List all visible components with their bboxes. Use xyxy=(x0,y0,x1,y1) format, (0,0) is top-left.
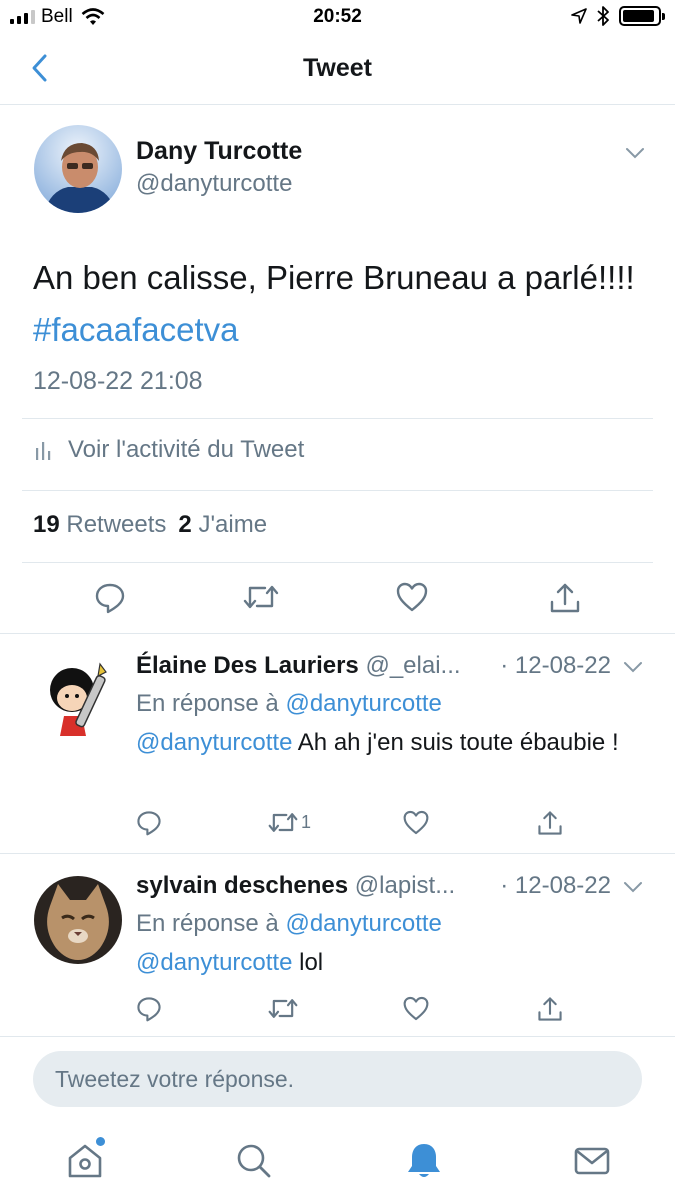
reply-icon xyxy=(137,811,161,836)
reply-text: @danyturcotte lol xyxy=(136,947,636,979)
retweet-icon xyxy=(243,585,279,609)
mention-link[interactable]: @danyturcotte xyxy=(136,949,292,976)
reply-context: En réponse à @danyturcotte xyxy=(136,910,442,938)
reply-to-prefix: En réponse à xyxy=(136,690,279,717)
reply-button[interactable] xyxy=(136,810,162,836)
reply-header: sylvain deschenes @lapist... xyxy=(136,872,455,900)
reply-author-name[interactable]: sylvain deschenes xyxy=(136,872,348,899)
retweet-icon xyxy=(268,813,298,832)
bluetooth-icon xyxy=(597,6,609,26)
reply-icon xyxy=(95,583,125,614)
retweet-button[interactable]: 1 xyxy=(268,810,311,835)
author-handle[interactable]: @danyturcotte xyxy=(136,170,292,198)
reply-body: lol xyxy=(292,949,324,976)
retweets-label: Retweets xyxy=(66,511,167,538)
reply-header: Élaine Des Lauriers @_elai... xyxy=(136,652,461,680)
reply-options-button[interactable] xyxy=(623,880,643,898)
like-button[interactable] xyxy=(396,582,428,612)
share-button[interactable] xyxy=(549,582,581,614)
chevron-down-icon xyxy=(626,148,644,159)
tweet-body: An ben calisse, Pierre Bruneau a parlé!!… xyxy=(33,259,635,296)
share-icon xyxy=(538,997,562,1021)
hashtag-link[interactable]: #facaafacetva xyxy=(33,311,238,348)
reply-text: @danyturcotte Ah ah j'en suis toute ébau… xyxy=(136,727,636,759)
reply-date: · 12-08-22 xyxy=(500,652,611,679)
search-icon xyxy=(237,1144,271,1178)
retweets-stat[interactable]: 19 Retweets xyxy=(33,511,166,538)
reply-avatar[interactable] xyxy=(34,876,122,964)
tweet-text: An ben calisse, Pierre Bruneau a parlé!!… xyxy=(33,252,653,356)
compose-area xyxy=(0,1036,675,1200)
tab-search[interactable] xyxy=(232,1139,276,1183)
divider xyxy=(22,562,653,563)
tweet-activity-link[interactable]: Voir l'activité du Tweet xyxy=(34,436,304,464)
likes-count: 2 xyxy=(178,511,192,538)
divider xyxy=(0,853,675,854)
retweet-icon xyxy=(268,999,298,1018)
share-button[interactable] xyxy=(537,996,563,1022)
reply-to-prefix: En réponse à xyxy=(136,910,279,937)
like-button[interactable] xyxy=(403,810,429,835)
retweet-button[interactable] xyxy=(268,996,298,1021)
chevron-down-icon xyxy=(624,882,642,893)
reply-to-handle-link[interactable]: @danyturcotte xyxy=(285,690,441,717)
share-button[interactable] xyxy=(537,810,563,836)
likes-label: J'aime xyxy=(198,511,268,538)
reply-icon xyxy=(137,997,161,1022)
author-avatar-image xyxy=(34,125,122,213)
tweet-options-button[interactable] xyxy=(625,146,645,164)
battery-icon xyxy=(619,6,665,26)
reply-body: Ah ah j'en suis toute ébaubie ! xyxy=(292,729,619,756)
retweet-button[interactable] xyxy=(243,582,279,612)
battery-level xyxy=(623,10,655,22)
tweet-timestamp: 12-08-22 21:08 xyxy=(33,367,203,395)
reply-context: En réponse à @danyturcotte xyxy=(136,690,442,718)
reply-date: · 12-08-22 xyxy=(500,872,611,899)
reply-input[interactable] xyxy=(33,1051,642,1107)
tab-messages[interactable] xyxy=(570,1139,614,1183)
status-right xyxy=(571,6,665,26)
reply-options-button[interactable] xyxy=(623,660,643,678)
mention-link[interactable]: @danyturcotte xyxy=(136,729,292,756)
reply-actions: 1 xyxy=(0,810,675,870)
retweets-count: 19 xyxy=(33,511,60,538)
reply-avatar[interactable] xyxy=(34,656,122,744)
reply-button[interactable] xyxy=(94,582,126,614)
navigation-bar: Tweet xyxy=(0,34,675,105)
retweet-count: 1 xyxy=(301,812,312,832)
like-button[interactable] xyxy=(403,996,429,1021)
reply-avatar-image xyxy=(50,662,107,736)
analytics-icon xyxy=(36,442,51,460)
tweet-stats: 19 Retweets 2 J'aime xyxy=(33,511,267,539)
divider xyxy=(22,490,653,491)
heart-icon xyxy=(396,582,428,612)
messages-icon xyxy=(574,1147,610,1175)
reply-author-handle[interactable]: @lapist... xyxy=(355,872,455,899)
page-title: Tweet xyxy=(303,54,372,82)
heart-icon xyxy=(403,996,429,1021)
new-content-badge xyxy=(96,1137,105,1146)
reply-author-handle[interactable]: @_elai... xyxy=(365,652,460,679)
location-arrow-icon xyxy=(571,8,587,24)
author-avatar[interactable] xyxy=(34,125,122,213)
reply-avatar-image xyxy=(34,876,122,964)
home-icon xyxy=(68,1144,102,1178)
share-icon xyxy=(550,583,580,613)
divider xyxy=(0,633,675,634)
reply-author-name[interactable]: Élaine Des Lauriers xyxy=(136,652,359,679)
author-name[interactable]: Dany Turcotte xyxy=(136,137,302,166)
share-icon xyxy=(538,811,562,835)
likes-stat[interactable]: 2 J'aime xyxy=(178,511,267,538)
chevron-down-icon xyxy=(624,662,642,673)
reply-button[interactable] xyxy=(136,996,162,1022)
activity-label: Voir l'activité du Tweet xyxy=(68,436,305,463)
notifications-icon xyxy=(408,1144,440,1177)
status-bar: Bell 20:52 xyxy=(0,0,675,34)
reply-to-handle-link[interactable]: @danyturcotte xyxy=(285,910,441,937)
tab-notifications[interactable] xyxy=(402,1139,446,1183)
tab-home[interactable] xyxy=(63,1137,107,1183)
heart-icon xyxy=(403,810,429,835)
divider xyxy=(22,418,653,419)
